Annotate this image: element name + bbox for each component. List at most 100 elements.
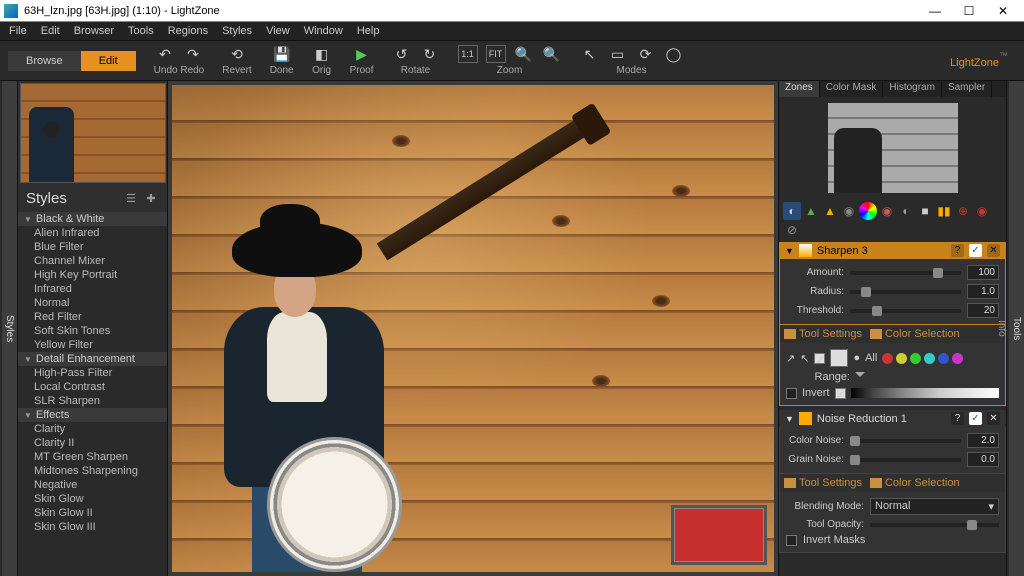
style-item[interactable]: Negative: [18, 478, 167, 492]
wb-tool-icon[interactable]: ◐: [897, 202, 915, 220]
crop-mode-icon[interactable]: ▭: [608, 45, 628, 63]
colormask-tab[interactable]: Color Mask: [820, 81, 884, 97]
menu-edit[interactable]: Edit: [34, 23, 67, 39]
style-item[interactable]: Clarity: [18, 422, 167, 436]
enable-checkbox[interactable]: ✓: [969, 244, 982, 257]
style-item[interactable]: High-Pass Filter: [18, 366, 167, 380]
histogram-tab[interactable]: Histogram: [883, 81, 942, 97]
style-item[interactable]: Blue Filter: [18, 240, 167, 254]
param-slider[interactable]: [850, 271, 961, 275]
style-item[interactable]: Midtones Sharpening: [18, 464, 167, 478]
sharpen-tool-header[interactable]: ▼ Sharpen 3 ? ✓ ✕: [779, 242, 1006, 259]
style-item[interactable]: High Key Portrait: [18, 268, 167, 282]
styles-add-icon[interactable]: ✚: [143, 191, 159, 207]
sharpen-tool-icon[interactable]: ▲: [821, 202, 839, 220]
style-item[interactable]: Local Contrast: [18, 380, 167, 394]
menu-view[interactable]: View: [259, 23, 297, 39]
param-slider[interactable]: [850, 290, 961, 294]
style-item[interactable]: Normal: [18, 296, 167, 310]
region-mode-icon[interactable]: ◯: [664, 45, 684, 63]
help-icon[interactable]: ?: [951, 412, 964, 425]
menu-tools[interactable]: Tools: [121, 23, 161, 39]
style-group[interactable]: Black & White: [18, 212, 167, 226]
canvas[interactable]: [168, 81, 778, 576]
zonemapper-tool-icon[interactable]: ◐: [783, 202, 801, 220]
tool-settings-tab[interactable]: Tool Settings: [784, 477, 862, 489]
style-item[interactable]: SLR Sharpen: [18, 394, 167, 408]
orig-icon[interactable]: ◧: [312, 45, 332, 63]
zoom-out-icon[interactable]: 🔍: [542, 45, 562, 63]
revert-icon[interactable]: ⟲: [227, 45, 247, 63]
redeye-tool-icon[interactable]: ⊘: [783, 221, 801, 239]
style-item[interactable]: Yellow Filter: [18, 338, 167, 352]
magenta-dot[interactable]: [952, 353, 963, 364]
yellow-dot[interactable]: [896, 353, 907, 364]
colorbal-tool-icon[interactable]: ◉: [878, 202, 896, 220]
cyan-dot[interactable]: [924, 353, 935, 364]
menu-window[interactable]: Window: [297, 23, 350, 39]
luminosity-gradient[interactable]: [851, 388, 999, 398]
bw-tool-icon[interactable]: ■: [916, 202, 934, 220]
zoom-in-icon[interactable]: 🔍: [514, 45, 534, 63]
huesat-tool-icon[interactable]: [859, 202, 877, 220]
styles-side-tab[interactable]: Styles: [2, 81, 17, 576]
param-slider[interactable]: [850, 309, 961, 313]
zones-tab[interactable]: Zones: [779, 81, 820, 97]
style-item[interactable]: Skin Glow: [18, 492, 167, 506]
styles-list-icon[interactable]: ☰: [123, 191, 139, 207]
green-dot[interactable]: [910, 353, 921, 364]
redo-icon[interactable]: ↷: [183, 45, 203, 63]
proof-icon[interactable]: ▶: [352, 45, 372, 63]
collapse-icon[interactable]: ▼: [785, 246, 794, 256]
style-item[interactable]: Skin Glow III: [18, 520, 167, 534]
param-slider[interactable]: [850, 458, 961, 462]
style-item[interactable]: Red Filter: [18, 310, 167, 324]
tool-settings-tab[interactable]: Tool Settings: [784, 328, 862, 340]
browse-mode-button[interactable]: Browse: [8, 51, 81, 71]
info-side-tab[interactable]: Info: [994, 81, 1009, 576]
style-item[interactable]: Channel Mixer: [18, 254, 167, 268]
clone-tool-icon[interactable]: ⊕: [954, 202, 972, 220]
eyedropper-remove-icon[interactable]: ↖: [800, 352, 809, 365]
undo-icon[interactable]: ↶: [155, 45, 175, 63]
rotate-left-icon[interactable]: ↺: [392, 45, 412, 63]
red-dot[interactable]: [882, 353, 893, 364]
style-item[interactable]: Clarity II: [18, 436, 167, 450]
close-button[interactable]: ✕: [986, 1, 1020, 21]
eyedropper-add-icon[interactable]: ↗: [786, 352, 795, 365]
menu-regions[interactable]: Regions: [161, 23, 215, 39]
zoom-fit-button[interactable]: FIT: [486, 45, 506, 63]
done-icon[interactable]: 💾: [272, 45, 292, 63]
color-enable-checkbox[interactable]: ✓: [814, 353, 825, 364]
blend-mode-select[interactable]: Normal▾: [870, 498, 999, 515]
collapse-icon[interactable]: ▼: [785, 414, 794, 424]
menu-help[interactable]: Help: [350, 23, 387, 39]
zoom-11-button[interactable]: 1:1: [458, 45, 478, 63]
style-item[interactable]: Soft Skin Tones: [18, 324, 167, 338]
style-item[interactable]: Alien Infrared: [18, 226, 167, 240]
style-item[interactable]: MT Green Sharpen: [18, 450, 167, 464]
color-swatch[interactable]: [830, 349, 848, 367]
menu-file[interactable]: File: [2, 23, 34, 39]
color-selection-tab[interactable]: Color Selection: [870, 477, 960, 489]
invert-masks-checkbox[interactable]: [786, 535, 797, 546]
maximize-button[interactable]: ☐: [952, 1, 986, 21]
relight-tool-icon[interactable]: ▲: [802, 202, 820, 220]
spot-tool-icon[interactable]: ◉: [973, 202, 991, 220]
style-group[interactable]: Effects: [18, 408, 167, 422]
edit-mode-button[interactable]: Edit: [81, 51, 136, 71]
menu-styles[interactable]: Styles: [215, 23, 259, 39]
opacity-slider[interactable]: [870, 523, 999, 527]
style-item[interactable]: Skin Glow II: [18, 506, 167, 520]
invert-checkbox[interactable]: [786, 388, 797, 399]
rotate-right-icon[interactable]: ↻: [420, 45, 440, 63]
sampler-tab[interactable]: Sampler: [942, 81, 992, 97]
noise-tool-icon[interactable]: ▮▮: [935, 202, 953, 220]
pointer-mode-icon[interactable]: ↖: [580, 45, 600, 63]
styles-list[interactable]: Black & WhiteAlien InfraredBlue FilterCh…: [18, 212, 167, 576]
luminosity-checkbox[interactable]: ✓: [835, 388, 846, 399]
style-item[interactable]: Infrared: [18, 282, 167, 296]
enable-checkbox[interactable]: ✓: [969, 412, 982, 425]
menu-browser[interactable]: Browser: [67, 23, 121, 39]
blue-dot[interactable]: [938, 353, 949, 364]
